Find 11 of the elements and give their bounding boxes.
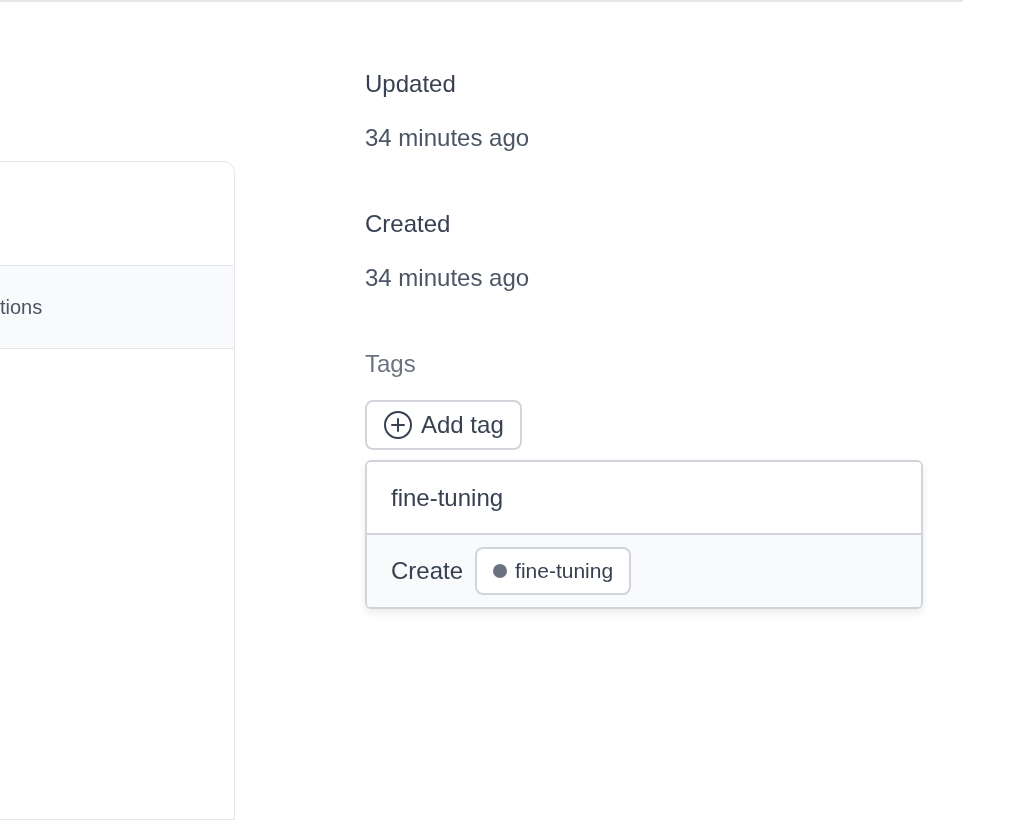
list-row[interactable]: tions	[0, 266, 234, 349]
field-value: 34 minutes ago	[365, 263, 531, 293]
add-tag-button[interactable]: Add tag	[365, 400, 522, 450]
plus-circle-icon	[383, 410, 413, 440]
tag-chip: fine-tuning	[475, 547, 632, 595]
field-value: 34 minutes ago	[365, 123, 531, 153]
field-label: Updated	[365, 69, 457, 99]
create-label: Create	[391, 556, 464, 586]
create-option[interactable]: Create fine-tuning	[367, 535, 921, 607]
tags-label: Tags	[365, 349, 417, 379]
field-label: Created	[365, 209, 452, 239]
